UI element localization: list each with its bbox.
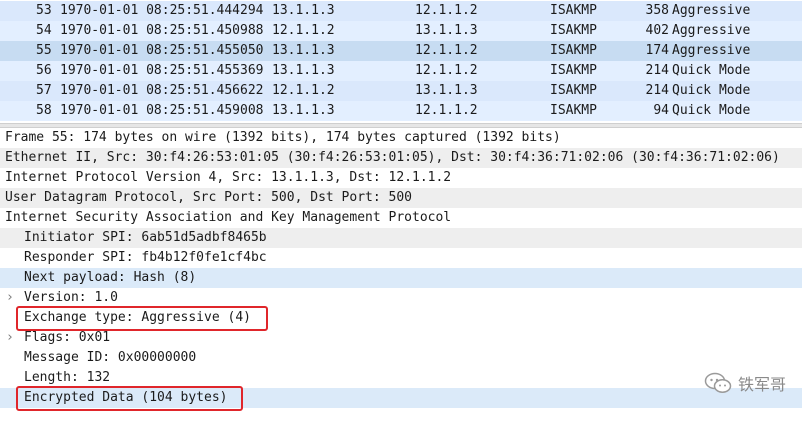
packet-time: 1970-01-01 08:25:51.455050 bbox=[60, 43, 264, 58]
packet-info: Quick Mode bbox=[672, 83, 751, 98]
packet-row-56[interactable]: 56 1970-01-01 08:25:51.455369 13.1.1.3 1… bbox=[0, 61, 802, 81]
packet-row-53[interactable]: 53 1970-01-01 08:25:51.444294 13.1.1.3 1… bbox=[0, 1, 802, 21]
packet-destination: 12.1.1.2 bbox=[415, 3, 478, 18]
packet-source: 13.1.1.3 bbox=[272, 63, 335, 78]
tree-item-label: Message ID: 0x00000000 bbox=[24, 350, 197, 365]
packet-number: 53 bbox=[36, 3, 52, 18]
packet-protocol: ISAKMP bbox=[550, 23, 597, 38]
expand-arrow-icon[interactable]: › bbox=[6, 288, 14, 308]
tree-item-label: Length: 132 bbox=[24, 370, 111, 385]
packet-list: 53 1970-01-01 08:25:51.444294 13.1.1.3 1… bbox=[0, 0, 802, 122]
packet-info: Aggressive bbox=[672, 43, 751, 58]
tree-item-udp[interactable]: User Datagram Protocol, Src Port: 500, D… bbox=[0, 188, 802, 208]
packet-protocol: ISAKMP bbox=[550, 43, 597, 58]
packet-destination: 12.1.1.2 bbox=[415, 63, 478, 78]
tree-item-next-payload[interactable]: Next payload: Hash (8) bbox=[0, 268, 802, 288]
tree-item-label: Internet Protocol Version 4, Src: 13.1.1… bbox=[5, 170, 452, 185]
tree-item-ip[interactable]: Internet Protocol Version 4, Src: 13.1.1… bbox=[0, 168, 802, 188]
tree-item-label: Ethernet II, Src: 30:f4:26:53:01:05 (30:… bbox=[5, 150, 780, 165]
packet-info: Aggressive bbox=[672, 23, 751, 38]
packet-time: 1970-01-01 08:25:51.444294 bbox=[60, 3, 264, 18]
packet-destination: 12.1.1.2 bbox=[415, 43, 478, 58]
packet-length: 94 bbox=[653, 103, 669, 118]
packet-source: 13.1.1.3 bbox=[272, 103, 335, 118]
tree-item-flags[interactable]: › Flags: 0x01 bbox=[0, 328, 802, 348]
tree-item-label: Version: 1.0 bbox=[24, 290, 118, 305]
highlight-box-encrypted-data bbox=[16, 386, 243, 411]
tree-item-initiator-spi[interactable]: Initiator SPI: 6ab51d5adbf8465b bbox=[0, 228, 802, 248]
packet-source: 12.1.1.2 bbox=[272, 23, 335, 38]
packet-info: Quick Mode bbox=[672, 63, 751, 78]
packet-row-55[interactable]: 55 1970-01-01 08:25:51.455050 13.1.1.3 1… bbox=[0, 41, 802, 61]
tree-item-label: Flags: 0x01 bbox=[24, 330, 111, 345]
packet-time: 1970-01-01 08:25:51.450988 bbox=[60, 23, 264, 38]
tree-item-label: User Datagram Protocol, Src Port: 500, D… bbox=[5, 190, 412, 205]
tree-item-isakmp[interactable]: Internet Security Association and Key Ma… bbox=[0, 208, 802, 228]
tree-item-label: Internet Security Association and Key Ma… bbox=[5, 210, 452, 225]
tree-item-frame[interactable]: Frame 55: 174 bytes on wire (1392 bits),… bbox=[0, 128, 802, 148]
packet-info: Quick Mode bbox=[672, 103, 751, 118]
highlight-box-exchange-type bbox=[16, 306, 268, 331]
tree-item-length[interactable]: Length: 132 bbox=[0, 368, 802, 388]
packet-row-54[interactable]: 54 1970-01-01 08:25:51.450988 12.1.1.2 1… bbox=[0, 21, 802, 41]
tree-item-message-id[interactable]: Message ID: 0x00000000 bbox=[0, 348, 802, 368]
packet-destination: 13.1.1.3 bbox=[415, 83, 478, 98]
packet-time: 1970-01-01 08:25:51.455369 bbox=[60, 63, 264, 78]
packet-protocol: ISAKMP bbox=[550, 63, 597, 78]
packet-protocol: ISAKMP bbox=[550, 83, 597, 98]
packet-source: 13.1.1.3 bbox=[272, 43, 335, 58]
packet-source: 13.1.1.3 bbox=[272, 3, 335, 18]
packet-destination: 13.1.1.3 bbox=[415, 23, 478, 38]
packet-time: 1970-01-01 08:25:51.459008 bbox=[60, 103, 264, 118]
packet-destination: 12.1.1.2 bbox=[415, 103, 478, 118]
tree-item-label: Responder SPI: fb4b12f0fe1cf4bc bbox=[24, 250, 267, 265]
packet-time: 1970-01-01 08:25:51.456622 bbox=[60, 83, 264, 98]
tree-item-responder-spi[interactable]: Responder SPI: fb4b12f0fe1cf4bc bbox=[0, 248, 802, 268]
packet-protocol: ISAKMP bbox=[550, 3, 597, 18]
tree-item-ethernet[interactable]: Ethernet II, Src: 30:f4:26:53:01:05 (30:… bbox=[0, 148, 802, 168]
packet-number: 54 bbox=[36, 23, 52, 38]
packet-number: 57 bbox=[36, 83, 52, 98]
packet-number: 56 bbox=[36, 63, 52, 78]
packet-length: 214 bbox=[645, 83, 669, 98]
packet-protocol: ISAKMP bbox=[550, 103, 597, 118]
packet-length: 174 bbox=[645, 43, 669, 58]
packet-row-58[interactable]: 58 1970-01-01 08:25:51.459008 13.1.1.3 1… bbox=[0, 101, 802, 121]
packet-details-tree: Frame 55: 174 bytes on wire (1392 bits),… bbox=[0, 128, 802, 417]
packet-number: 58 bbox=[36, 103, 52, 118]
watermark: 铁军哥 bbox=[704, 371, 786, 395]
wechat-icon bbox=[704, 372, 732, 393]
expand-arrow-icon[interactable]: › bbox=[6, 328, 14, 348]
watermark-text: 铁军哥 bbox=[737, 375, 786, 394]
tree-item-label: Next payload: Hash (8) bbox=[24, 270, 197, 285]
packet-source: 12.1.1.2 bbox=[272, 83, 335, 98]
packet-row-57[interactable]: 57 1970-01-01 08:25:51.456622 12.1.1.2 1… bbox=[0, 81, 802, 101]
tree-item-version[interactable]: › Version: 1.0 bbox=[0, 288, 802, 308]
tree-item-label: Frame 55: 174 bytes on wire (1392 bits),… bbox=[5, 130, 561, 145]
packet-length: 358 bbox=[645, 3, 669, 18]
packet-number: 55 bbox=[36, 43, 52, 58]
packet-info: Aggressive bbox=[672, 3, 751, 18]
packet-length: 402 bbox=[645, 23, 669, 38]
packet-length: 214 bbox=[645, 63, 669, 78]
tree-item-label: Initiator SPI: 6ab51d5adbf8465b bbox=[24, 230, 267, 245]
